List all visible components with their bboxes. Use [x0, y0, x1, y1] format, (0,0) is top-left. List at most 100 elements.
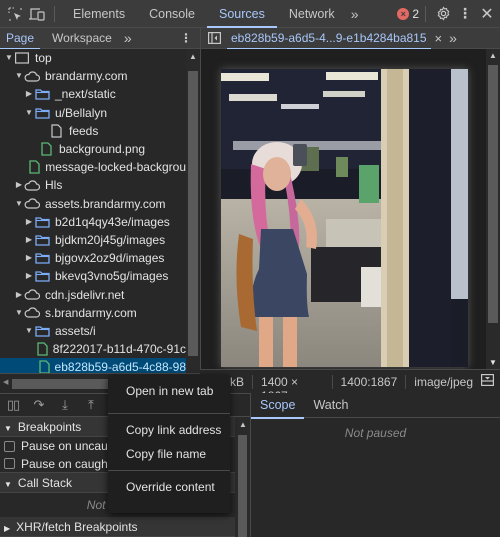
scrollbar-thumb[interactable]	[188, 71, 198, 356]
tree-item[interactable]: eb828b59-a6d5-4c88-98	[0, 358, 186, 373]
tree-item[interactable]: ▶ cdn.jsdelivr.net	[0, 285, 186, 303]
menu-item-open-in-new-tab[interactable]: Open in new tab	[108, 379, 230, 403]
tree-item[interactable]: ▼ u/Bellalyn	[0, 104, 186, 122]
collapse-arrow-icon[interactable]: ▶	[24, 267, 34, 285]
expand-arrow-icon[interactable]: ▼	[24, 104, 34, 122]
expand-arrow-icon[interactable]: ▼	[14, 304, 24, 322]
scroll-up-icon[interactable]: ▲	[489, 51, 497, 60]
tree-item[interactable]: ▶ bjdkm20j45g/images	[0, 231, 186, 249]
tree-item-label: Hls	[45, 178, 63, 193]
error-count-badge[interactable]: × 2	[397, 7, 419, 21]
navigator-tabbar: Page Workspace » ⋮	[0, 28, 200, 50]
scope-tabbar: Scope Watch	[251, 393, 500, 419]
tree-item[interactable]: background.png	[0, 140, 186, 158]
inspect-element-icon[interactable]	[4, 0, 26, 28]
pause-caught-checkbox[interactable]	[4, 458, 15, 469]
collapse-arrow-icon[interactable]: ▶	[24, 249, 34, 267]
tree-item-label: u/Bellalyn	[55, 105, 108, 120]
scrollbar-thumb[interactable]	[488, 65, 498, 323]
scope-pane: Scope Watch Not paused	[250, 393, 500, 537]
toggle-navigator-icon[interactable]	[201, 32, 227, 44]
file-tree: ▼ top ▼ brandarmy.com ▶ _next/static ▼ u/Bellal…	[0, 49, 186, 373]
collapse-arrow-icon[interactable]: ▶	[24, 85, 34, 103]
image-file-icon	[29, 160, 40, 174]
tab-scope[interactable]: Scope	[251, 393, 305, 419]
menu-item-copy-link-address[interactable]: Copy link address	[108, 418, 230, 442]
tree-item-label: assets.brandarmy.com	[45, 196, 166, 211]
menu-gap	[108, 403, 230, 409]
pause-uncaught-checkbox[interactable]	[4, 440, 15, 452]
collapse-arrow-icon[interactable]: ▶	[24, 231, 34, 249]
toggle-drawer-icon[interactable]	[481, 374, 495, 389]
open-file-tab[interactable]: eb828b59-a6d5-4...9-e1b4284ba815	[227, 28, 431, 50]
collapse-arrow-icon: ▶	[4, 524, 11, 533]
folder-icon	[34, 87, 50, 101]
tree-item[interactable]: ▶ Hls	[0, 176, 186, 194]
tree-item[interactable]: ▼ top	[0, 49, 186, 67]
more-tabs-button[interactable]: »	[347, 0, 363, 28]
tab-page[interactable]: Page	[0, 28, 41, 50]
gear-icon[interactable]	[432, 0, 454, 28]
section-title: Breakpoints	[17, 420, 82, 434]
tab-sources[interactable]: Sources	[206, 0, 277, 28]
xhr-breakpoints-section-header[interactable]: ▶ XHR/fetch Breakpoints	[0, 517, 235, 537]
tab-console[interactable]: Console	[137, 0, 207, 28]
scroll-up-icon[interactable]: ▲	[189, 52, 197, 61]
step-out-icon[interactable]: ⤒	[78, 397, 104, 413]
image-info-bar: kB 1400 × 1867 1400:1867 image/jpeg	[200, 369, 500, 403]
preview-scrollbar[interactable]: ▲ ▼	[486, 49, 500, 369]
pause-icon[interactable]: ▯▯	[0, 397, 26, 413]
collapse-arrow-icon[interactable]: ▶	[14, 286, 24, 304]
tab-watch[interactable]: Watch	[304, 393, 357, 418]
tree-item[interactable]: ▼ brandarmy.com	[0, 67, 186, 85]
tree-item[interactable]: ▶ b2d1q4qy43e/images	[0, 213, 186, 231]
tree-item[interactable]: ▶ bkevq3vno5g/images	[0, 267, 186, 285]
folder-icon	[34, 324, 50, 338]
scroll-up-icon[interactable]: ▲	[239, 420, 247, 429]
expand-arrow-icon[interactable]: ▼	[14, 195, 24, 213]
collapse-arrow-icon[interactable]: ▶	[14, 176, 24, 194]
tab-network[interactable]: Network	[277, 0, 347, 28]
close-tab-icon[interactable]: ×	[431, 31, 447, 46]
expand-arrow-icon[interactable]: ▼	[24, 322, 34, 340]
scrollbar-thumb[interactable]	[12, 379, 112, 389]
tree-item[interactable]: ▼ s.brandarmy.com	[0, 304, 186, 322]
collapse-arrow-icon[interactable]: ▶	[24, 213, 34, 231]
step-over-icon[interactable]: ↷	[26, 397, 52, 413]
device-toolbar-icon[interactable]	[26, 0, 48, 28]
scroll-down-icon[interactable]: ▼	[489, 358, 497, 367]
tree-item[interactable]: 8f222017-b11d-470c-91c	[0, 340, 186, 358]
tree-item[interactable]: ▼ assets/i	[0, 322, 186, 340]
tab-workspace[interactable]: Workspace	[40, 28, 118, 49]
more-navigator-tabs[interactable]: »	[118, 28, 138, 49]
expand-arrow-icon: ▼	[4, 424, 12, 433]
step-into-icon[interactable]: ⤓	[52, 397, 78, 413]
image-file-icon	[38, 360, 50, 373]
expand-arrow-icon[interactable]: ▼	[4, 49, 14, 67]
debugger-scrollbar[interactable]: ▲	[235, 417, 250, 537]
cloud-icon	[24, 306, 40, 320]
tree-item[interactable]: message-locked-backgrou	[0, 158, 186, 176]
file-tree-scrollbar[interactable]: ▲	[186, 49, 200, 373]
expand-arrow-icon[interactable]: ▼	[14, 67, 24, 85]
scroll-left-icon[interactable]: ◀	[3, 378, 8, 386]
image-aspect-ratio: 1400:1867	[331, 374, 406, 389]
image-mime-type: image/jpeg	[405, 374, 481, 389]
close-icon[interactable]: ✕	[476, 0, 498, 28]
tree-item-label: assets/i	[55, 323, 96, 338]
expand-arrow-icon: ▼	[4, 480, 12, 489]
tab-elements[interactable]: Elements	[61, 0, 137, 28]
more-editor-tabs[interactable]: »	[446, 30, 460, 46]
tree-item[interactable]: ▼ assets.brandarmy.com	[0, 195, 186, 213]
tree-item-label: bjdkm20j45g/images	[55, 232, 166, 247]
kebab-menu-icon[interactable]: ⋮	[454, 0, 476, 28]
tree-item[interactable]: ▶ _next/static	[0, 85, 186, 103]
tree-item[interactable]: ▶ bjgovx2oz9d/images	[0, 249, 186, 267]
scrollbar-thumb[interactable]	[238, 435, 247, 537]
menu-item-copy-file-name[interactable]: Copy file name	[108, 442, 230, 466]
navigator-menu-button[interactable]: ⋮	[174, 28, 200, 49]
image-dimensions: 1400 × 1867	[252, 374, 332, 403]
tree-item[interactable]: feeds	[0, 122, 186, 140]
menu-item-override-content[interactable]: Override content	[108, 475, 230, 499]
folder-icon	[34, 106, 50, 120]
